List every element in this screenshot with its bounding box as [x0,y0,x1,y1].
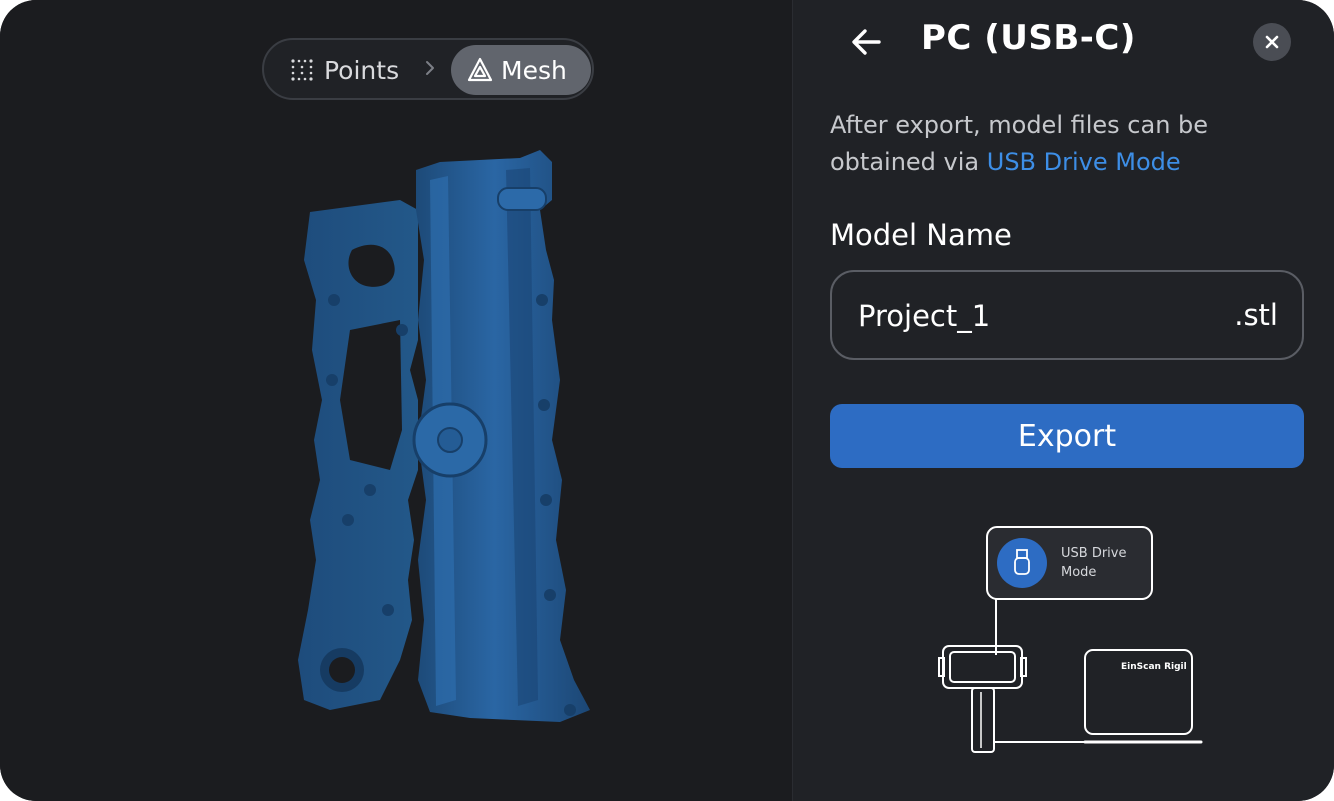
badge-label-line2: Mode [1061,565,1097,580]
file-extension-label: .stl [1234,298,1278,332]
points-icon [291,59,313,81]
app-window: Points Mesh PC (USB-C) After export, mod… [0,0,1334,801]
arrow-left-icon [852,29,881,55]
view-mode-switch: Points Mesh [262,38,594,100]
usb-connection-illustration: USB Drive Mode EinScan Rigil [933,520,1213,760]
close-icon [1265,35,1279,49]
usb-drive-icon [1014,549,1030,575]
usb-drive-mode-link[interactable]: USB Drive Mode [987,148,1181,176]
export-description: After export, model files can be obtaine… [830,107,1290,181]
badge-label-line1: USB Drive [1061,546,1127,561]
points-mode-button[interactable]: Points [276,48,406,92]
export-button[interactable]: Export [830,404,1304,468]
scanned-mesh-model[interactable] [290,140,610,730]
points-mode-label: Points [324,55,400,85]
model-viewport[interactable]: Points Mesh [0,0,792,801]
export-panel: PC (USB-C) After export, model files can… [793,0,1334,801]
chevron-right-icon [426,61,434,75]
close-button[interactable] [1253,23,1291,61]
device-brand-label: EinScan Rigil [1121,662,1187,672]
back-button[interactable] [843,22,891,62]
mesh-icon [467,57,493,82]
model-name-label: Model Name [830,218,1012,252]
model-name-input[interactable] [858,292,1198,340]
usb-drive-badge-label: USB Drive Mode [1061,544,1126,582]
mesh-mode-button[interactable]: Mesh [451,45,591,95]
panel-title: PC (USB-C) [921,18,1136,58]
mesh-mode-label: Mesh [501,55,567,85]
model-name-field[interactable]: .stl [830,270,1304,360]
